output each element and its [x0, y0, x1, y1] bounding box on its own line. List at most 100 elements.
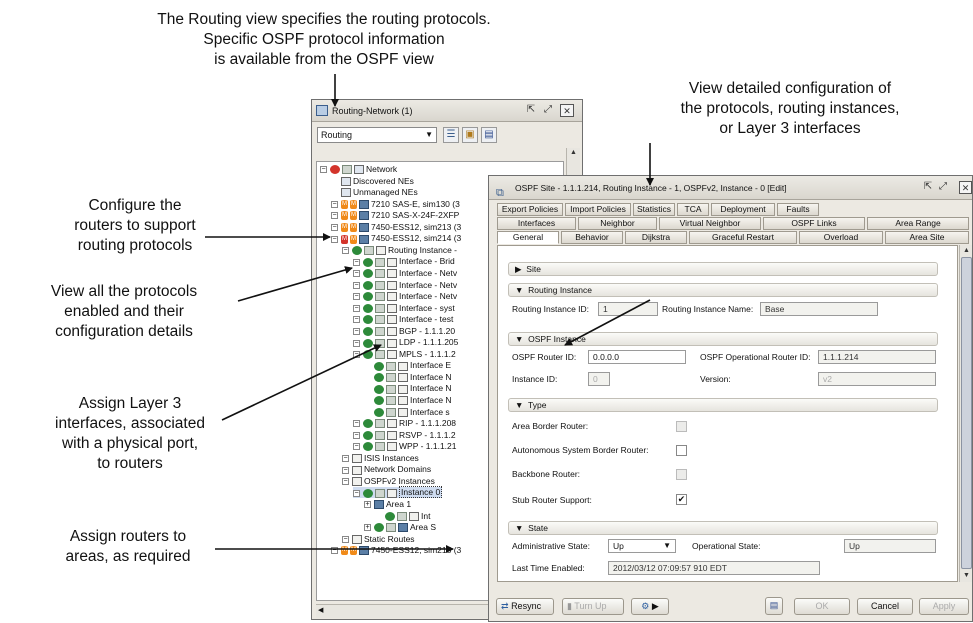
expand-toggle-icon[interactable]: −	[353, 270, 360, 278]
tree-node[interactable]: − Interface - Brid	[353, 256, 455, 267]
tree-node[interactable]: − ISIS Instances	[342, 453, 419, 464]
tab-export-policies[interactable]: Export Policies	[497, 203, 563, 216]
dialog-undock-icon[interactable]: ⇱	[921, 181, 935, 194]
properties-button[interactable]: ▣	[462, 127, 478, 143]
dialog-titlebar[interactable]: ⧉ OSPF Site - 1.1.1.214, Routing Instanc…	[489, 176, 972, 200]
section-site-header[interactable]: ▶ Site	[508, 262, 938, 276]
tab-dijkstra[interactable]: Dijkstra	[625, 231, 687, 244]
close-icon[interactable]: ✕	[560, 104, 574, 117]
tree-node[interactable]: − Static Routes	[342, 534, 415, 545]
tree-node[interactable]: − MPLS - 1.1.1.2	[353, 349, 456, 360]
expand-toggle-icon[interactable]: +	[364, 524, 371, 532]
tab-faults[interactable]: Faults	[777, 203, 819, 216]
tree-node[interactable]: − OSPFv2 Instances	[342, 476, 435, 487]
resync-button[interactable]: ⇄ Resync	[496, 598, 554, 615]
ospf-router-id-input[interactable]: 0.0.0.0	[588, 350, 686, 364]
section-state-header[interactable]: ▼ State	[508, 521, 938, 535]
dialog-vertical-scrollbar[interactable]: ▲ ▼	[959, 245, 972, 582]
expand-toggle-icon[interactable]: −	[353, 258, 360, 266]
maximize-icon[interactable]: ⤢	[541, 104, 555, 117]
stub-router-checkbox[interactable]: ✔	[676, 494, 687, 505]
tree-node[interactable]: − Interface - Netv	[353, 280, 457, 291]
tab-import-policies[interactable]: Import Policies	[565, 203, 631, 216]
tree-node[interactable]: +Interface N	[364, 395, 452, 406]
expand-toggle-icon[interactable]: −	[331, 200, 338, 208]
expand-toggle-icon[interactable]: −	[342, 247, 349, 255]
tree-node[interactable]: − Interface - syst	[353, 303, 455, 314]
tree-node[interactable]: − M M 7450-ESS12, sim215 (3	[331, 545, 461, 556]
tree-node[interactable]: +Int	[375, 511, 430, 522]
tab-statistics[interactable]: Statistics	[633, 203, 675, 216]
expand-toggle-icon[interactable]: +	[364, 501, 371, 509]
tree-node[interactable]: − RIP - 1.1.1.208	[353, 418, 456, 429]
tab-tca[interactable]: TCA	[677, 203, 709, 216]
save-dialog-button[interactable]: ▤	[765, 597, 783, 615]
tab-overload[interactable]: Overload	[799, 231, 883, 244]
section-routing-instance-header[interactable]: ▼ Routing Instance	[508, 283, 938, 297]
section-type-header[interactable]: ▼ Type	[508, 398, 938, 412]
section-ospf-instance-header[interactable]: ▼ OSPF Instance	[508, 332, 938, 346]
tree-node[interactable]: +Interface E	[364, 360, 451, 371]
tree-node[interactable]: − Routing Instance -	[342, 245, 457, 256]
expand-toggle-icon[interactable]: −	[353, 431, 360, 439]
tree-node[interactable]: − M M 7210 SAS-E, sim130 (3	[331, 199, 460, 210]
actions-menu-button[interactable]: ⚙ ▶	[631, 598, 669, 615]
expand-toggle-icon[interactable]: −	[353, 293, 360, 301]
tab-graceful-restart[interactable]: Graceful Restart	[689, 231, 797, 244]
expand-toggle-icon[interactable]: −	[353, 327, 360, 335]
ok-button[interactable]: OK	[794, 598, 850, 615]
tree-node[interactable]: − BGP - 1.1.1.20	[353, 326, 455, 337]
tree-node[interactable]: − Interface - test	[353, 314, 453, 325]
expand-toggle-icon[interactable]: −	[342, 478, 349, 486]
expand-toggle-icon[interactable]: −	[331, 224, 338, 231]
tab-virtual-neighbor[interactable]: Virtual Neighbor	[659, 217, 761, 230]
scroll-left-icon[interactable]: ◀	[318, 606, 323, 614]
view-select[interactable]: Routing ▼	[317, 127, 437, 143]
expand-toggle-icon[interactable]: −	[353, 420, 360, 428]
apply-button[interactable]: Apply	[919, 598, 969, 615]
expand-toggle-icon[interactable]: −	[331, 212, 338, 220]
undock-icon[interactable]: ⇱	[524, 104, 538, 117]
expand-toggle-icon[interactable]: −	[320, 166, 327, 174]
tree-node[interactable]: − Network Domains	[342, 464, 431, 475]
asbr-checkbox[interactable]	[676, 445, 687, 456]
expand-toggle-icon[interactable]: −	[353, 443, 360, 451]
tree-node[interactable]: − M M 7450-ESS12, sim214 (3	[331, 233, 461, 244]
expand-toggle-icon[interactable]: −	[353, 351, 360, 359]
expand-toggle-icon[interactable]: −	[353, 304, 360, 312]
tree-node[interactable]: + Area S	[364, 522, 436, 533]
scroll-thumb[interactable]	[961, 257, 972, 569]
tab-neighbor[interactable]: Neighbor	[578, 217, 657, 230]
tree-node[interactable]: − LDP - 1.1.1.205	[353, 337, 458, 348]
tree-node[interactable]: − M M 7210 SAS-X-24F-2XFP	[331, 210, 459, 221]
tree-node[interactable]: − Interface - Netv	[353, 268, 457, 279]
tab-general[interactable]: General	[497, 231, 559, 244]
tab-area-range[interactable]: Area Range	[867, 217, 969, 230]
tree-node[interactable]: − WPP - 1.1.1.21	[353, 441, 456, 452]
cancel-button[interactable]: Cancel	[857, 598, 913, 615]
tree-node[interactable]: − Interface - Netv	[353, 291, 457, 302]
expand-toggle-icon[interactable]: −	[342, 535, 349, 543]
expand-toggle-icon[interactable]: −	[353, 281, 360, 289]
expand-toggle-icon[interactable]: −	[342, 466, 349, 474]
scroll-down-icon[interactable]: ▼	[961, 571, 972, 581]
expand-toggle-icon[interactable]: −	[331, 547, 338, 555]
tab-area-site[interactable]: Area Site	[885, 231, 969, 244]
tree-node[interactable]: +Interface N	[364, 383, 452, 394]
tree-node[interactable]: + Area 1	[364, 499, 411, 510]
save-button[interactable]: ▤	[481, 127, 497, 143]
expand-toggle-icon[interactable]: −	[353, 489, 360, 497]
tree-node[interactable]: − Network	[320, 164, 397, 175]
nav-window-titlebar[interactable]: Routing-Network (1) ⇱ ⤢ ✕	[312, 100, 582, 122]
tree-node[interactable]: +Unmanaged NEs	[331, 187, 418, 198]
expand-toggle-icon[interactable]: −	[353, 316, 360, 324]
tree-node[interactable]: − Instance 0	[353, 486, 443, 499]
expand-toggle-icon[interactable]: −	[353, 339, 360, 347]
tab-deployment[interactable]: Deployment	[711, 203, 775, 216]
tab-interfaces[interactable]: Interfaces	[497, 217, 576, 230]
tree-node[interactable]: +Discovered NEs	[331, 176, 414, 187]
tree-node[interactable]: +Interface s	[364, 407, 450, 418]
dialog-maximize-icon[interactable]: ⤢	[936, 181, 950, 194]
dialog-close-icon[interactable]: ✕	[959, 181, 972, 194]
tree-node[interactable]: − RSVP - 1.1.1.2	[353, 430, 456, 441]
